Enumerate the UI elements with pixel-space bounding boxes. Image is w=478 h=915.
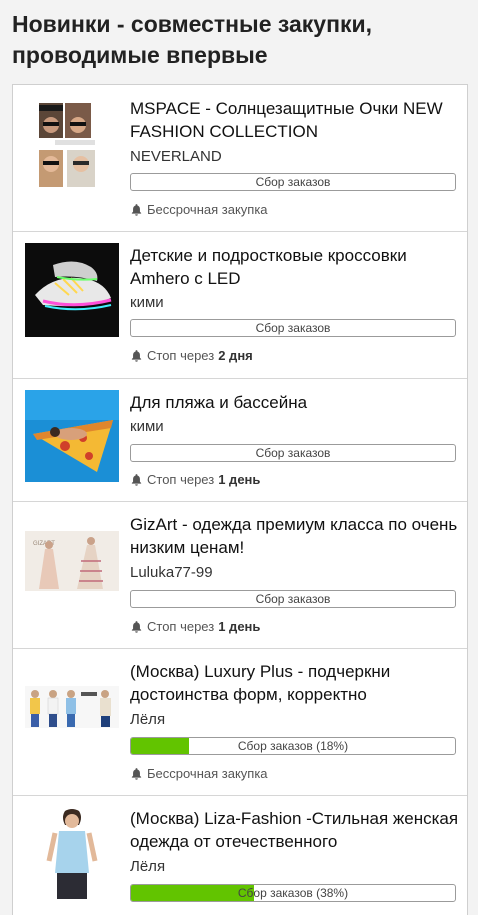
item-seller[interactable]: Luluka77-99 bbox=[130, 564, 213, 581]
item-status: Бессрочная закупка bbox=[130, 202, 272, 217]
item-seller[interactable]: кими bbox=[130, 294, 164, 311]
item-title[interactable]: Детские и подростковые кроссовки Amhero … bbox=[130, 244, 460, 290]
item-title[interactable]: (Москва) Luxury Plus - подчеркни достоин… bbox=[130, 660, 460, 706]
item-seller[interactable]: Лёля bbox=[130, 858, 165, 875]
page: Новинки - совместные закупки, проводимые… bbox=[0, 0, 478, 915]
page-title: Новинки - совместные закупки, проводимые… bbox=[12, 11, 373, 68]
status-text: Бессрочная закупка bbox=[147, 202, 268, 217]
purchase-list: MSPACE - Солнцезащитные Очки NEW FASHION… bbox=[12, 84, 468, 915]
progress-label: Сбор заказов bbox=[255, 175, 331, 189]
list-item[interactable]: Детские и подростковые кроссовки Amhero … bbox=[13, 231, 467, 379]
bell-icon bbox=[131, 621, 142, 633]
list-item[interactable]: Для пляжа и бассейна кими Сбор заказов С… bbox=[13, 378, 467, 502]
progress-label: Сбор заказов (18%) bbox=[237, 739, 349, 753]
item-title[interactable]: MSPACE - Солнцезащитные Очки NEW FASHION… bbox=[130, 97, 460, 143]
item-thumbnail bbox=[25, 807, 119, 901]
item-title[interactable]: Для пляжа и бассейна bbox=[130, 391, 460, 414]
list-item[interactable]: (Москва) Luxury Plus - подчеркни достоин… bbox=[13, 648, 467, 796]
item-thumbnail bbox=[25, 686, 119, 728]
item-status: Стоп через 2 дня bbox=[130, 348, 253, 363]
status-text: Стоп через bbox=[147, 472, 215, 487]
item-thumbnail bbox=[25, 390, 119, 482]
list-item[interactable]: (Москва) Liza-Fashion -Стильная женская … bbox=[13, 795, 467, 915]
status-days: 2 дня bbox=[218, 348, 253, 363]
item-thumbnail: GIZART bbox=[25, 531, 119, 591]
progress-bar: Сбор заказов bbox=[130, 444, 456, 462]
progress-bar: Сбор заказов bbox=[130, 319, 456, 337]
item-seller[interactable]: Лёля bbox=[130, 711, 165, 728]
progress-bar: Сбор заказов (18%) bbox=[130, 737, 456, 755]
progress-bar: Сбор заказов bbox=[130, 173, 456, 191]
progress-bar: Сбор заказов (38%) bbox=[130, 884, 456, 902]
item-thumbnail bbox=[25, 243, 119, 337]
list-item[interactable]: MSPACE - Солнцезащитные Очки NEW FASHION… bbox=[13, 85, 467, 232]
progress-label: Сбор заказов bbox=[255, 592, 331, 606]
bell-icon bbox=[131, 474, 142, 486]
progress-label: Сбор заказов bbox=[255, 446, 331, 460]
status-days: 1 день bbox=[218, 472, 261, 487]
status-days: 1 день bbox=[218, 619, 261, 634]
status-text: Стоп через bbox=[147, 619, 215, 634]
bell-icon bbox=[131, 768, 142, 780]
item-status: Стоп через 1 день bbox=[130, 472, 260, 487]
item-status: Стоп через 1 день bbox=[130, 619, 260, 634]
status-text: Бессрочная закупка bbox=[147, 766, 268, 781]
item-seller[interactable]: кими bbox=[130, 418, 164, 435]
progress-label: Сбор заказов bbox=[255, 321, 331, 335]
item-status: Бессрочная закупка bbox=[130, 766, 272, 781]
bell-icon bbox=[131, 350, 142, 362]
item-title[interactable]: (Москва) Liza-Fashion -Стильная женская … bbox=[130, 807, 460, 853]
list-item[interactable]: GIZART GizArt - одежда премиум класса по… bbox=[13, 501, 467, 649]
item-thumbnail bbox=[25, 98, 119, 190]
bell-icon bbox=[131, 204, 142, 216]
item-seller[interactable]: NEVERLAND bbox=[130, 148, 222, 165]
item-title[interactable]: GizArt - одежда премиум класса по очень … bbox=[130, 513, 460, 559]
status-text: Стоп через bbox=[147, 348, 215, 363]
progress-bar: Сбор заказов bbox=[130, 590, 456, 608]
progress-label: Сбор заказов (38%) bbox=[237, 886, 349, 900]
